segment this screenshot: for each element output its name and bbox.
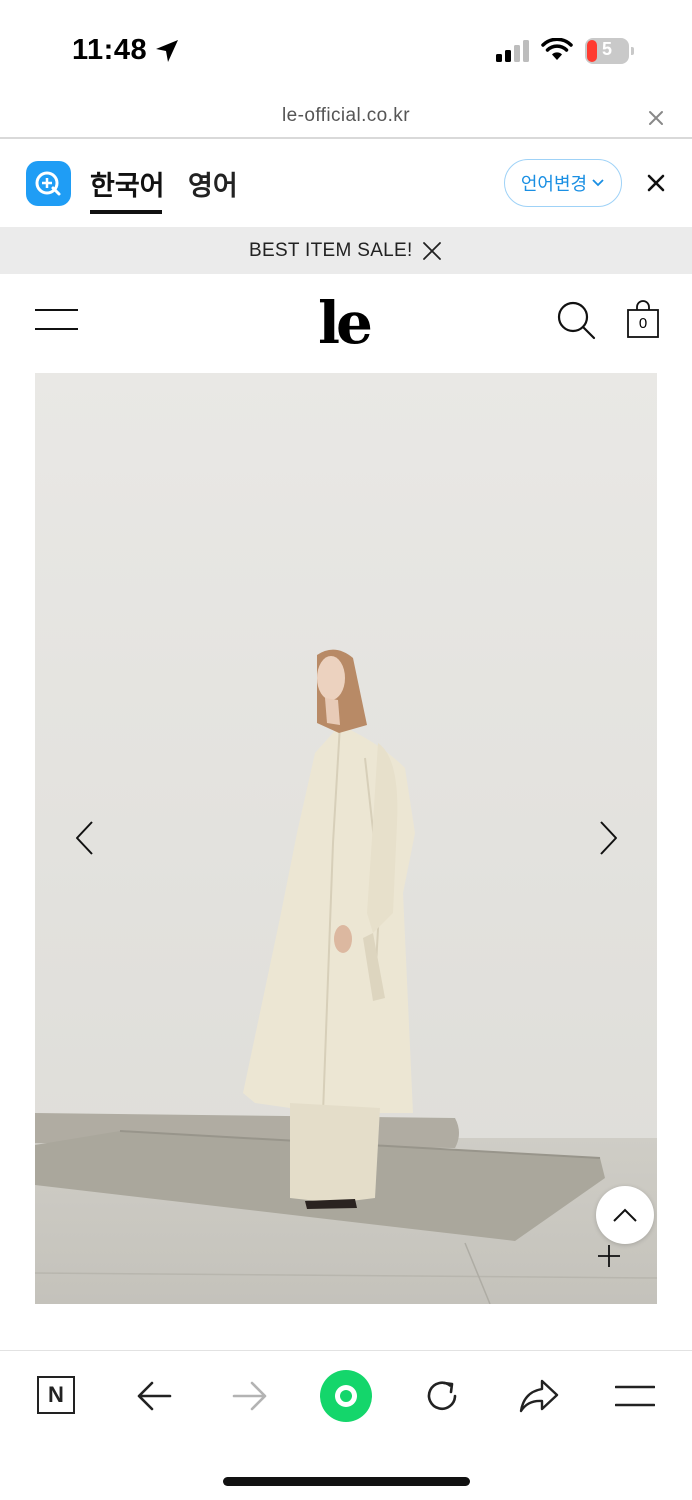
change-language-label: 언어변경	[520, 174, 588, 194]
change-language-button[interactable]: 언어변경	[504, 159, 622, 207]
back-arrow-icon[interactable]	[136, 1380, 172, 1412]
hero-image[interactable]	[35, 373, 657, 1304]
plus-icon[interactable]	[597, 1244, 621, 1268]
close-translate-icon[interactable]	[645, 172, 667, 194]
cart-count: 0	[638, 315, 648, 332]
hamburger-menu-icon[interactable]	[35, 308, 78, 332]
tab-language-korean[interactable]: 한국어	[90, 164, 165, 203]
location-arrow-icon	[156, 40, 178, 62]
close-promo-icon[interactable]	[421, 240, 443, 262]
battery-level: 5	[601, 39, 612, 59]
cellular-signal-icon	[496, 40, 529, 62]
url-domain[interactable]: le-official.co.kr	[0, 105, 692, 127]
carousel-next-icon[interactable]	[596, 820, 620, 856]
site-logo[interactable]: le	[318, 294, 373, 352]
reload-icon[interactable]	[423, 1377, 461, 1415]
chevron-down-icon	[592, 179, 604, 187]
scroll-to-top-button[interactable]	[596, 1186, 654, 1244]
wifi-icon	[541, 38, 573, 60]
papago-translate-icon[interactable]	[26, 161, 71, 206]
divider	[0, 137, 692, 139]
share-icon[interactable]	[518, 1378, 560, 1414]
chevron-up-icon	[613, 1208, 637, 1222]
status-time: 11:48	[72, 34, 148, 66]
green-home-icon[interactable]	[320, 1370, 372, 1422]
close-url-icon[interactable]	[646, 108, 666, 128]
menu-icon[interactable]	[615, 1384, 655, 1408]
naver-n-icon[interactable]: N	[37, 1376, 75, 1414]
home-indicator	[223, 1477, 470, 1486]
search-icon[interactable]	[556, 300, 596, 340]
promo-text[interactable]: BEST ITEM SALE!	[249, 240, 413, 262]
carousel-prev-icon[interactable]	[73, 820, 97, 856]
active-tab-indicator	[90, 210, 162, 214]
forward-arrow-icon[interactable]	[232, 1380, 268, 1412]
toolbar-divider	[0, 1350, 692, 1351]
battery-icon: 5	[585, 38, 635, 64]
tab-language-english[interactable]: 영어	[188, 164, 238, 203]
